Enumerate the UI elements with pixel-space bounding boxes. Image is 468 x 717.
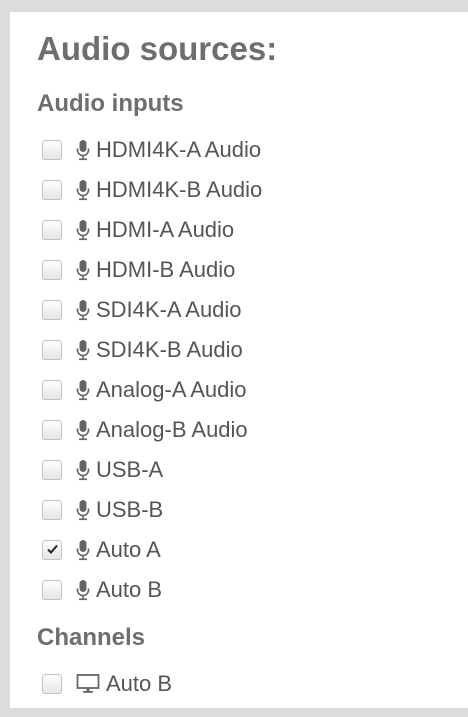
source-item[interactable]: SDI4K-A Audio [42, 294, 242, 326]
checkbox[interactable] [42, 180, 62, 200]
source-item[interactable]: HDMI4K-A Audio [42, 134, 261, 166]
checkbox[interactable] [42, 300, 62, 320]
source-label: HDMI-B Audio [96, 257, 236, 282]
microphone-icon [76, 139, 90, 161]
microphone-icon [76, 259, 90, 281]
microphone-icon [76, 379, 90, 401]
microphone-icon [76, 499, 90, 521]
microphone-icon [76, 419, 90, 441]
source-label: HDMI-A Audio [96, 217, 235, 242]
source-item[interactable]: Analog-B Audio [42, 414, 248, 446]
source-label: SDI4K-A Audio [96, 297, 242, 322]
microphone-icon [76, 539, 90, 561]
checkbox[interactable] [42, 220, 62, 240]
microphone-icon [76, 299, 90, 321]
microphone-icon [76, 339, 90, 361]
panel-title: Audio sources: [37, 30, 278, 67]
checkbox[interactable] [42, 674, 62, 694]
source-label: USB-A [96, 457, 164, 482]
checkbox[interactable] [42, 500, 62, 520]
source-item[interactable]: HDMI-A Audio [42, 214, 234, 246]
source-label: HDMI4K-B Audio [96, 177, 263, 202]
source-label: Analog-B Audio [96, 417, 248, 442]
source-item[interactable]: SDI4K-B Audio [42, 334, 243, 366]
checkbox[interactable] [42, 580, 62, 600]
source-item[interactable]: USB-B [42, 494, 163, 526]
monitor-icon [76, 673, 100, 695]
checkbox[interactable] [42, 460, 62, 480]
checkbox[interactable] [42, 340, 62, 360]
source-label: Auto B [96, 577, 163, 602]
checkbox[interactable] [42, 380, 62, 400]
window-frame: Audio sources: Audio inputs HDMI4K-A Aud… [0, 0, 468, 717]
microphone-icon [76, 179, 90, 201]
source-item[interactable]: Auto A [42, 534, 161, 566]
microphone-icon [76, 219, 90, 241]
checkbox[interactable] [42, 260, 62, 280]
source-label: SDI4K-B Audio [96, 337, 243, 362]
checkbox[interactable] [42, 420, 62, 440]
source-item[interactable]: USB-A [42, 454, 163, 486]
microphone-icon [76, 459, 90, 481]
channels-heading: Channels [37, 624, 146, 651]
source-item[interactable]: Auto B [42, 574, 162, 606]
microphone-icon [76, 579, 90, 601]
source-label: Auto A [96, 537, 161, 562]
source-label: USB-B [96, 497, 164, 522]
source-label: HDMI4K-A Audio [96, 137, 262, 162]
source-item[interactable]: Analog-A Audio [42, 374, 246, 406]
audio-inputs-heading: Audio inputs [37, 90, 184, 117]
source-item[interactable]: HDMI4K-B Audio [42, 174, 262, 206]
source-label: Auto B [106, 671, 173, 696]
checkbox[interactable] [42, 140, 62, 160]
source-label: Analog-A Audio [96, 377, 247, 402]
audio-sources-panel: Audio sources: Audio inputs HDMI4K-A Aud… [10, 12, 468, 708]
checkbox-checked[interactable] [42, 540, 62, 560]
source-item[interactable]: HDMI-B Audio [42, 254, 235, 286]
source-item[interactable]: Auto B [42, 668, 172, 700]
